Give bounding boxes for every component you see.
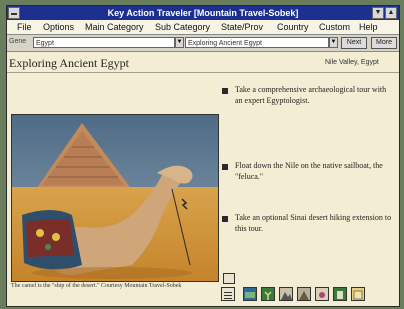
page-icon[interactable] <box>223 273 235 284</box>
bottom-toolbar <box>221 287 399 303</box>
bullet-icon <box>222 164 228 170</box>
system-menu-icon[interactable] <box>8 7 20 19</box>
divider <box>7 72 399 73</box>
menu-state-prov[interactable]: State/Prov <box>221 20 263 34</box>
document-icon[interactable] <box>333 287 347 301</box>
maximize-icon[interactable]: ▲ <box>385 7 397 19</box>
camel-photo <box>11 114 219 282</box>
bullet-icon <box>222 88 228 94</box>
menu-main-category[interactable]: Main Category <box>85 20 144 34</box>
money-icon[interactable] <box>243 287 257 301</box>
plant-icon[interactable] <box>261 287 275 301</box>
page-title: Exploring Ancient Egypt <box>9 56 129 70</box>
menu-file[interactable]: File <box>17 20 32 34</box>
bullet-item: Take an optional Sinai desert hiking ext… <box>235 213 392 233</box>
more-button[interactable]: More <box>371 37 397 49</box>
menu-bar: File Options Main Category Sub Category … <box>7 20 399 35</box>
menu-help[interactable]: Help <box>359 20 378 34</box>
title-bar: Key Action Traveler [Mountain Travel-Sob… <box>7 6 399 20</box>
list-icon[interactable] <box>221 287 235 301</box>
location-label: Nile Valley, Egypt <box>325 59 379 66</box>
flower-icon[interactable] <box>315 287 329 301</box>
navigation-bar: Gene Egypt ▼ Exploring Ancient Egypt ▼ N… <box>7 35 399 52</box>
menu-sub-category[interactable]: Sub Category <box>155 20 210 34</box>
window-title: Key Action Traveler [Mountain Travel-Sob… <box>107 8 299 18</box>
tour-select[interactable]: Exploring Ancient Egypt <box>185 37 329 48</box>
mountain-icon[interactable] <box>279 287 293 301</box>
menu-country[interactable]: Country <box>277 20 309 34</box>
app-window: Key Action Traveler [Mountain Travel-Sob… <box>6 5 400 307</box>
chevron-down-icon[interactable]: ▼ <box>329 37 338 48</box>
bullet-item: Take a comprehensive archaeological tour… <box>235 85 387 105</box>
camel-pyramid-image <box>12 115 218 281</box>
bullet-item: Float down the Nile on the native sailbo… <box>235 161 383 181</box>
mountain2-icon[interactable] <box>297 287 311 301</box>
photo-caption: The camel is the "ship of the desert." C… <box>11 283 182 289</box>
nav-label: Gene <box>9 38 27 45</box>
next-button[interactable]: Next <box>341 37 367 49</box>
menu-custom[interactable]: Custom <box>319 20 350 34</box>
note-icon[interactable] <box>351 287 365 301</box>
chevron-down-icon[interactable]: ▼ <box>175 37 184 48</box>
country-select[interactable]: Egypt <box>33 37 175 48</box>
menu-options[interactable]: Options <box>43 20 74 34</box>
bullet-icon <box>222 216 228 222</box>
minimize-icon[interactable]: ▼ <box>372 7 384 19</box>
